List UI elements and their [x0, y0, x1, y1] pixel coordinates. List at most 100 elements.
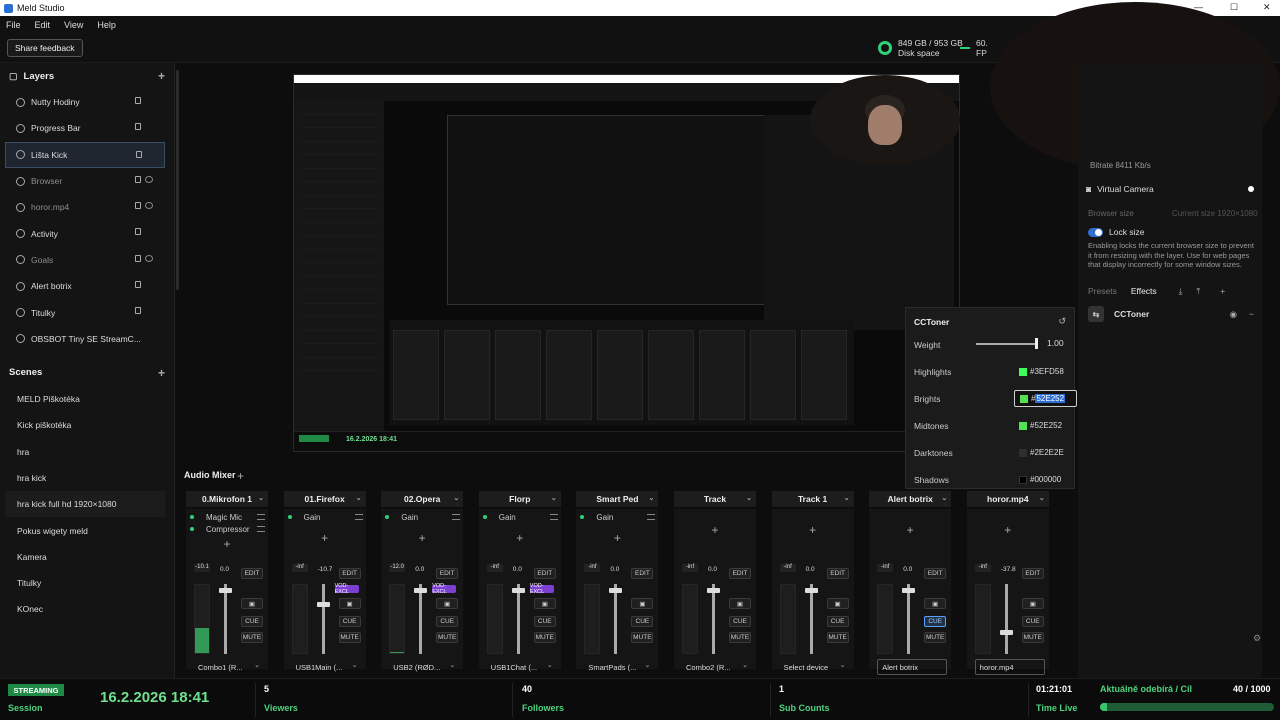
lock-icon[interactable] — [135, 281, 141, 289]
volume-fader-handle[interactable] — [999, 630, 1013, 635]
device-select[interactable]: Alert botrix — [877, 659, 948, 675]
strip-name[interactable]: 01.Firefox ⌄ — [283, 491, 366, 507]
mute-button[interactable]: MUTE — [338, 632, 361, 643]
strip-name[interactable]: Florp ⌄ — [478, 491, 561, 507]
monitor-icon[interactable]: ▣ — [338, 598, 361, 609]
chevron-down-icon[interactable]: ⌄ — [645, 661, 651, 669]
edit-button[interactable]: EDIT — [533, 568, 556, 579]
lock-icon[interactable] — [136, 150, 142, 158]
strip-name[interactable]: Track ⌄ — [674, 491, 756, 507]
layer-item[interactable]: Lišta Kick — [5, 141, 165, 168]
tab-presets[interactable]: Presets — [1088, 286, 1117, 296]
layer-item[interactable]: horor.mp4 — [0, 194, 174, 220]
edit-button[interactable]: EDIT — [338, 568, 361, 579]
layer-item[interactable]: Browser — [0, 168, 174, 194]
weight-slider[interactable] — [976, 343, 1038, 345]
volume-fader[interactable] — [224, 584, 227, 654]
strip-effect[interactable]: Magic Mic — [186, 511, 268, 523]
darktones-color-field[interactable]: #2E2E2E — [1014, 444, 1077, 461]
edit-button[interactable]: EDIT — [729, 568, 751, 579]
chevron-down-icon[interactable]: ⌄ — [258, 494, 264, 502]
menu-edit[interactable]: Edit — [35, 20, 51, 30]
highlights-swatch[interactable] — [1019, 367, 1027, 376]
monitor-icon[interactable]: ▣ — [533, 598, 556, 609]
cue-button[interactable]: CUE — [924, 616, 947, 627]
layer-item[interactable]: Alert botrix — [0, 273, 174, 299]
effect-enabled-icon[interactable] — [190, 527, 194, 531]
volume-fader-handle[interactable] — [414, 588, 428, 593]
layer-item[interactable]: OBSBOT Tiny SE StreamC... — [0, 326, 174, 352]
effect-enabled-icon[interactable] — [385, 515, 390, 519]
scene-item[interactable]: MELD Piškotéka — [0, 386, 174, 412]
scene-item[interactable]: Titulky — [0, 570, 174, 596]
volume-fader-handle[interactable] — [219, 588, 232, 593]
volume-fader[interactable] — [516, 584, 520, 654]
effect-enabled-icon[interactable] — [190, 515, 194, 519]
lock-icon[interactable] — [135, 254, 141, 262]
settings-icon[interactable]: ⚙ — [1253, 633, 1261, 644]
edit-button[interactable]: EDIT — [241, 568, 263, 579]
cue-button[interactable]: CUE — [241, 616, 263, 627]
volume-fader[interactable] — [1004, 584, 1008, 654]
add-strip-effect-button[interactable]: + — [967, 523, 1049, 537]
add-scene-button[interactable]: + — [158, 366, 165, 380]
lock-icon[interactable] — [135, 202, 141, 210]
cue-button[interactable]: CUE — [436, 616, 459, 627]
mute-button[interactable]: MUTE — [631, 632, 654, 643]
chevron-down-icon[interactable]: ⌄ — [547, 661, 553, 669]
monitor-icon[interactable]: ▣ — [631, 598, 654, 609]
add-strip-effect-button[interactable]: + — [186, 537, 268, 551]
menu-view[interactable]: View — [64, 20, 83, 30]
effect-enabled-icon[interactable] — [482, 515, 487, 519]
mute-button[interactable]: MUTE — [241, 632, 263, 643]
add-strip-effect-button[interactable]: + — [869, 523, 951, 537]
strip-effect[interactable]: Gain — [576, 511, 658, 523]
darktones-swatch[interactable] — [1019, 448, 1027, 457]
monitor-icon[interactable]: ▣ — [924, 598, 947, 609]
chevron-down-icon[interactable]: ⌄ — [449, 661, 455, 669]
layer-item[interactable]: Activity — [0, 220, 174, 246]
layers-scrollbar[interactable] — [176, 70, 179, 290]
midtones-color-field[interactable]: #52E252 — [1014, 417, 1077, 434]
volume-fader-handle[interactable] — [609, 588, 623, 593]
device-select[interactable]: Combo2 (R... ⌄ — [682, 659, 752, 675]
cue-button[interactable]: CUE — [826, 616, 849, 627]
mute-button[interactable]: MUTE — [436, 632, 459, 643]
lock-icon[interactable] — [135, 307, 141, 315]
device-select[interactable]: Combo1 (R... ⌄ — [194, 659, 264, 675]
device-select[interactable]: USB1Chat (... ⌄ — [487, 659, 557, 675]
cue-button[interactable]: CUE — [533, 616, 556, 627]
vod-exclude-badge[interactable]: VOD-EXCL — [334, 583, 359, 595]
export-icon[interactable]: ⤒ — [1196, 286, 1200, 297]
shadows-swatch[interactable] — [1019, 475, 1027, 484]
monitor-icon[interactable]: ▣ — [241, 598, 263, 609]
add-layer-button[interactable]: + — [158, 69, 165, 83]
scene-item[interactable]: hra — [0, 439, 174, 465]
mute-button[interactable]: MUTE — [924, 632, 947, 643]
chevron-down-icon[interactable]: ⌄ — [746, 494, 752, 502]
hidden-eye-icon[interactable] — [145, 202, 153, 210]
strip-name[interactable]: Smart Ped ⌄ — [576, 491, 659, 507]
monitor-icon[interactable]: ▣ — [1021, 598, 1044, 609]
tune-icon[interactable] — [354, 514, 363, 520]
effect-enabled-icon[interactable] — [287, 515, 292, 519]
move-down-icon[interactable]: ⤓ — [1179, 286, 1183, 297]
hidden-eye-icon[interactable] — [145, 254, 153, 262]
tune-icon[interactable] — [257, 526, 265, 532]
cue-button[interactable]: CUE — [631, 616, 654, 627]
lock-icon[interactable] — [135, 123, 141, 131]
cue-button[interactable]: CUE — [338, 616, 361, 627]
mute-button[interactable]: MUTE — [729, 632, 751, 643]
chevron-down-icon[interactable]: ⌄ — [352, 661, 358, 669]
monitor-icon[interactable]: ▣ — [826, 598, 849, 609]
cue-button[interactable]: CUE — [1021, 616, 1044, 627]
lock-icon[interactable] — [135, 97, 141, 104]
volume-fader-handle[interactable] — [902, 588, 916, 593]
edit-button[interactable]: EDIT — [436, 568, 459, 579]
volume-fader[interactable] — [614, 584, 618, 654]
edit-button[interactable]: EDIT — [631, 568, 654, 579]
close-icon[interactable]: ✕ — [1263, 2, 1271, 13]
lock-size-toggle[interactable] — [1088, 227, 1103, 237]
mute-button[interactable]: MUTE — [826, 632, 849, 643]
weight-slider-handle[interactable] — [1035, 338, 1038, 349]
